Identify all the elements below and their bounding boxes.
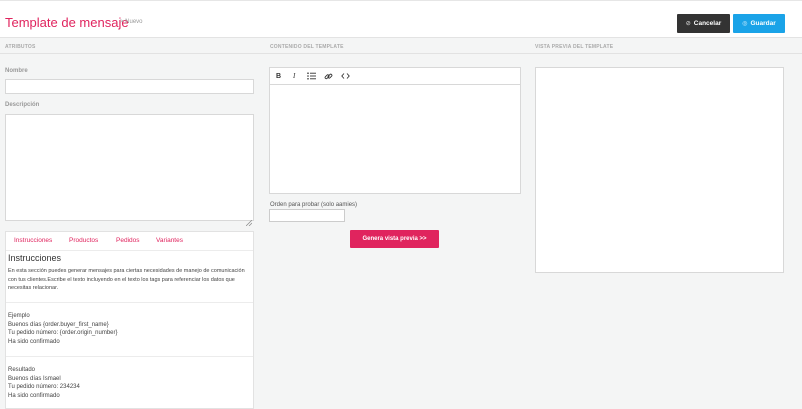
bold-button[interactable]: B bbox=[276, 71, 281, 81]
circle-x-icon: ⊘ bbox=[685, 21, 691, 27]
divider bbox=[6, 356, 253, 357]
order-label: Orden para probar (solo aamies) bbox=[270, 202, 358, 208]
save-icon: ◎ bbox=[742, 21, 748, 27]
divider bbox=[6, 302, 253, 303]
help-panel: Instrucciones Productos Pedidos Variante… bbox=[5, 231, 254, 409]
preview-heading: VISTA PREVIA DEL TEMPLATE bbox=[535, 44, 614, 50]
tab-productos[interactable]: Productos bbox=[69, 237, 98, 244]
description-field[interactable] bbox=[5, 114, 254, 221]
tab-pedidos[interactable]: Pedidos bbox=[116, 237, 140, 244]
result-heading: Resultado bbox=[8, 367, 36, 373]
editor-toolbar: B I bbox=[269, 67, 521, 85]
breadcrumb[interactable]: > Nuevo bbox=[120, 19, 143, 25]
resize-icon bbox=[245, 219, 253, 227]
result-block: Resultado Buenos días Ismael Tu pedido n… bbox=[8, 366, 80, 400]
italic-button[interactable]: I bbox=[293, 71, 295, 81]
page-header: Template de mensaje > Nuevo ⊘ Cancelar ◎… bbox=[0, 0, 802, 38]
example-block: Ejemplo Buenos días {order.buyer_first_n… bbox=[8, 312, 118, 346]
save-label: Guardar bbox=[750, 20, 776, 27]
tab-variantes[interactable]: Variantes bbox=[156, 237, 183, 244]
example-line: Tu pedido número: {order.origin_number} bbox=[8, 330, 118, 337]
tab-instrucciones[interactable]: Instrucciones bbox=[14, 237, 52, 244]
link-button[interactable] bbox=[324, 71, 333, 81]
code-icon bbox=[341, 73, 350, 79]
result-line: Tu pedido número: 234234 bbox=[8, 384, 80, 391]
code-button[interactable] bbox=[341, 71, 350, 81]
link-icon bbox=[324, 73, 333, 79]
order-input[interactable] bbox=[269, 209, 345, 222]
example-heading: Ejemplo bbox=[8, 313, 30, 319]
list-icon bbox=[307, 72, 316, 80]
generate-preview-button[interactable]: Genera vista previa >> bbox=[350, 230, 439, 248]
resize-handle[interactable] bbox=[245, 213, 253, 227]
example-line: Buenos días {order.buyer_first_name} bbox=[8, 321, 109, 328]
name-field[interactable] bbox=[5, 79, 254, 94]
result-line: Buenos días Ismael bbox=[8, 375, 61, 382]
list-button[interactable] bbox=[307, 71, 316, 81]
divider bbox=[0, 53, 802, 54]
help-tabs: Instrucciones Productos Pedidos Variante… bbox=[6, 232, 253, 251]
template-editor[interactable] bbox=[269, 85, 521, 194]
cancel-label: Cancelar bbox=[693, 20, 722, 27]
name-label: Nombre bbox=[5, 68, 28, 74]
template-preview bbox=[535, 67, 784, 273]
attributes-heading: ATRIBUTOS bbox=[5, 44, 36, 50]
cancel-button[interactable]: ⊘ Cancelar bbox=[677, 14, 730, 33]
description-label: Descripción bbox=[5, 102, 40, 108]
help-text: En esta sección puedes generar mensajes … bbox=[8, 268, 245, 291]
result-line: Ha sido confirmado bbox=[8, 392, 60, 399]
example-line: Ha sido confirmado bbox=[8, 338, 60, 345]
help-title: Instrucciones bbox=[8, 253, 62, 263]
save-button[interactable]: ◎ Guardar bbox=[733, 14, 785, 33]
content-heading: CONTENIDO DEL TEMPLATE bbox=[270, 44, 344, 50]
page-title: Template de mensaje bbox=[5, 15, 129, 30]
